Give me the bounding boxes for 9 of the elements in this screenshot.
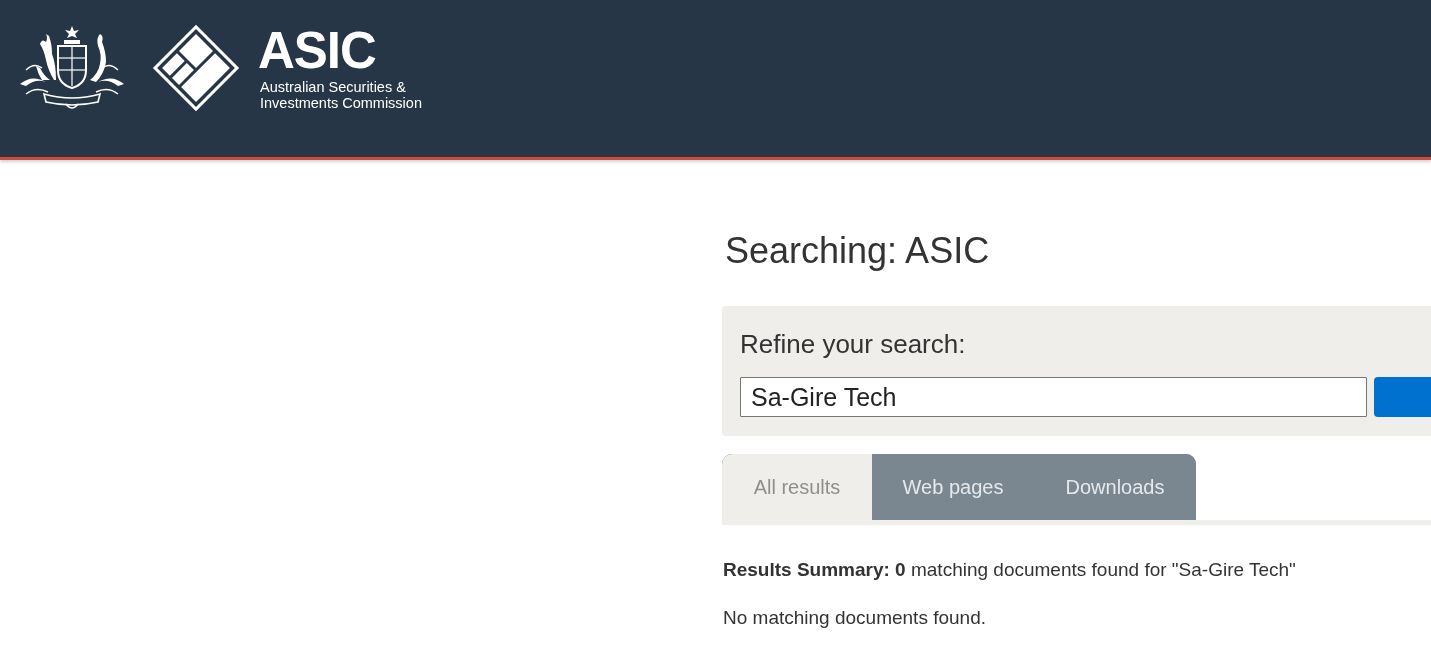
- diamond-logo-icon: [152, 24, 240, 112]
- refine-label: Refine your search:: [740, 328, 966, 360]
- search-field[interactable]: Sa-Gire Tech: [740, 377, 1367, 417]
- no-results-message: No matching documents found.: [723, 606, 986, 630]
- page-title: Searching: ASIC: [725, 230, 990, 272]
- result-tab[interactable]: All results: [722, 454, 872, 520]
- results-summary: Results Summary: 0 matching documents found for "Sa-Gire Tech": [723, 558, 1296, 582]
- logo-text: ASIC: [258, 26, 376, 76]
- logo-subtitle: Australian Securities & Investments Commission: [260, 79, 422, 111]
